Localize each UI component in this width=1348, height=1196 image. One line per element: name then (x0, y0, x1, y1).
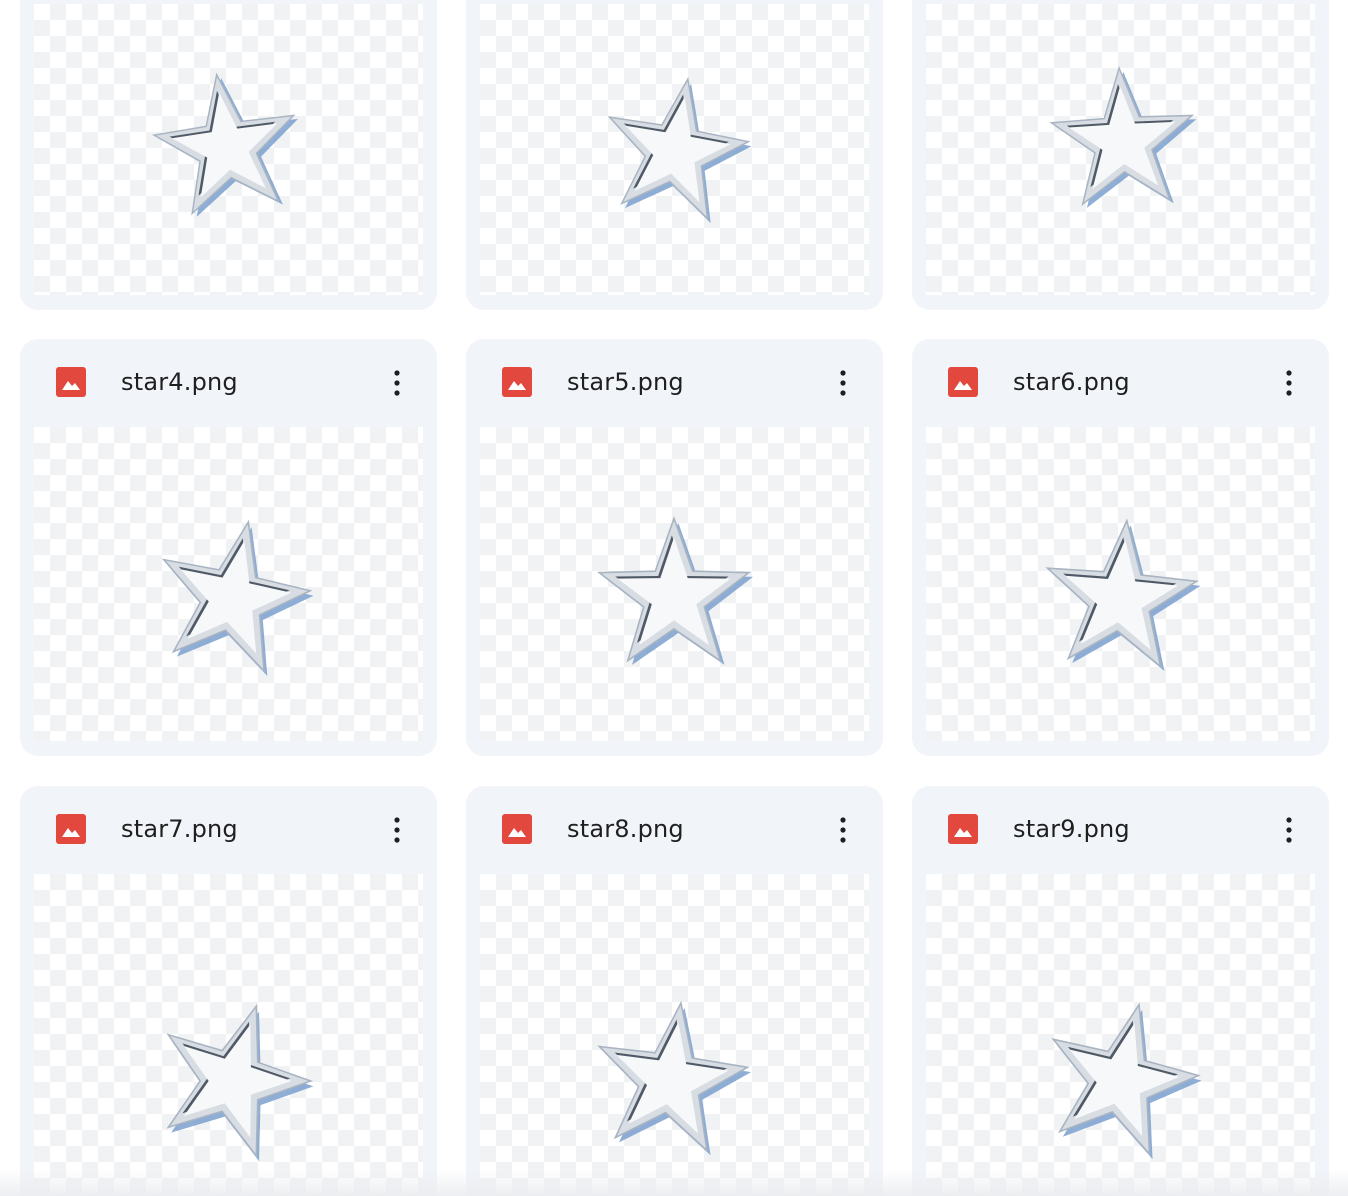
image-file-icon (502, 814, 532, 844)
thumbnail[interactable] (34, 874, 423, 1196)
file-card[interactable]: star4.png (20, 339, 437, 756)
file-grid: star4.png star5.png star6.png star7.png … (0, 0, 1348, 1196)
star-image (596, 515, 753, 665)
more-vert-icon[interactable] (823, 810, 863, 850)
star-image (1044, 518, 1200, 672)
file-card[interactable]: star5.png (466, 339, 883, 756)
more-vert-icon[interactable] (377, 363, 417, 403)
thumbnail[interactable] (926, 427, 1315, 741)
thumbnail[interactable] (480, 427, 869, 741)
scroll-fade (0, 1170, 1348, 1196)
card-header: star8.png (466, 786, 883, 874)
star-image (1050, 1002, 1202, 1160)
more-vert-icon[interactable] (1269, 810, 1309, 850)
star-image (165, 1003, 313, 1162)
card-header: star9.png (912, 786, 1329, 874)
image-file-icon (56, 367, 86, 397)
more-vert-icon[interactable] (1269, 363, 1309, 403)
card-header: star7.png (20, 786, 437, 874)
thumbnail[interactable] (34, 427, 423, 741)
card-header: star5.png (466, 339, 883, 427)
file-card[interactable] (20, 0, 437, 310)
image-file-icon (56, 814, 86, 844)
more-vert-icon[interactable] (823, 363, 863, 403)
file-card[interactable]: star8.png (466, 786, 883, 1196)
star-image (596, 1000, 751, 1156)
image-file-icon (948, 367, 978, 397)
file-name: star6.png (1013, 368, 1130, 396)
image-file-icon (502, 367, 532, 397)
file-name: star7.png (121, 815, 238, 843)
file-card[interactable]: star7.png (20, 786, 437, 1196)
file-name: star9.png (1013, 815, 1130, 843)
image-file-icon (948, 814, 978, 844)
card-header: star4.png (20, 339, 437, 427)
star-image (161, 519, 313, 676)
file-name: star8.png (567, 815, 684, 843)
card-header: star6.png (912, 339, 1329, 427)
thumbnail[interactable] (480, 4, 869, 295)
thumbnail[interactable] (926, 874, 1315, 1196)
thumbnail[interactable] (926, 4, 1315, 295)
star-image (151, 71, 298, 217)
file-card[interactable]: star6.png (912, 339, 1329, 756)
thumbnail[interactable] (480, 874, 869, 1196)
star-image (1048, 65, 1196, 208)
file-name: star4.png (121, 368, 238, 396)
file-name: star5.png (567, 368, 684, 396)
star-image (607, 76, 752, 223)
file-card[interactable]: star9.png (912, 786, 1329, 1196)
file-card[interactable] (466, 0, 883, 310)
thumbnail[interactable] (34, 4, 423, 295)
file-card[interactable] (912, 0, 1329, 310)
more-vert-icon[interactable] (377, 810, 417, 850)
